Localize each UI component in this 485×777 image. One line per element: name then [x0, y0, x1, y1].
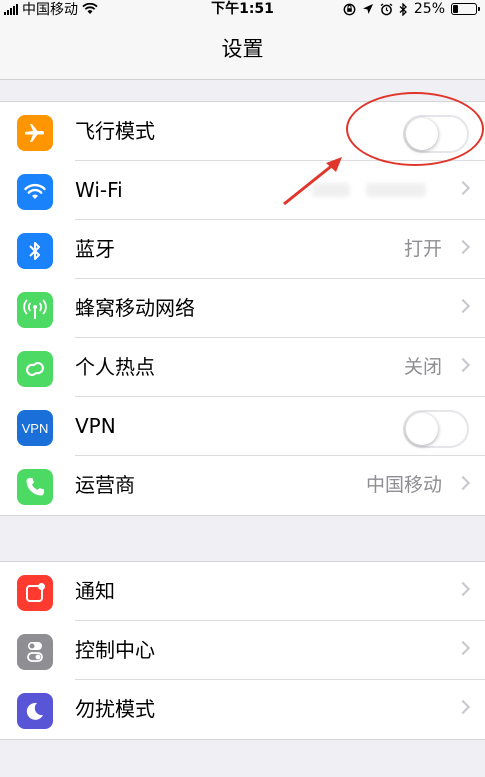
alarm-icon [380, 2, 393, 15]
battery-percent: 25% [413, 1, 445, 17]
vpn-toggle[interactable] [403, 410, 469, 448]
chevron-right-icon [455, 298, 471, 314]
row-value: 打开 [403, 238, 442, 260]
row-label: 蓝牙 [75, 237, 115, 261]
annotation-arrow-icon [283, 157, 342, 206]
chevron-right-icon [455, 239, 471, 255]
settings-row-notifications[interactable]: 通知 [0, 562, 485, 621]
row-label: 飞行模式 [75, 119, 155, 143]
moon-icon [17, 693, 53, 729]
settings-row-do-not-disturb[interactable]: 勿扰模式 [0, 680, 485, 739]
page-title: 设置 [221, 37, 264, 61]
chevron-right-icon [455, 180, 471, 196]
chevron-right-icon [455, 699, 471, 715]
settings-group-system: 通知 控制中心 勿扰模式 [0, 561, 485, 740]
hotspot-icon [17, 351, 53, 387]
blurred-wifi-name [366, 183, 426, 197]
row-label: 蜂窝移动网络 [75, 296, 195, 320]
phone-icon [17, 469, 53, 505]
chevron-right-icon [455, 357, 471, 373]
settings-row-control-center[interactable]: 控制中心 [0, 621, 485, 680]
location-icon [362, 4, 373, 14]
settings-row-hotspot[interactable]: 个人热点 关闭 [0, 338, 485, 397]
nav-bar: 设置 [0, 18, 485, 80]
settings-row-cellular[interactable]: 蜂窝移动网络 [0, 279, 485, 338]
airplane-icon [17, 115, 53, 151]
control-center-icon [17, 634, 53, 670]
bluetooth-icon [17, 233, 53, 269]
row-label: Wi-Fi [75, 178, 123, 202]
bluetooth-status-icon [399, 2, 407, 16]
chevron-right-icon [455, 475, 471, 491]
row-label: VPN [75, 414, 116, 438]
row-label: 勿扰模式 [75, 697, 155, 721]
row-label: 控制中心 [75, 638, 155, 662]
status-bar: 中国移动 下午1:51 25% [0, 0, 485, 18]
annotation-highlight-circle [346, 92, 484, 166]
orientation-lock-icon [343, 3, 356, 15]
notifications-icon [17, 575, 53, 611]
settings-row-vpn[interactable]: VPN VPN [0, 397, 485, 456]
vpn-icon: VPN [17, 410, 53, 446]
settings-row-bluetooth[interactable]: 蓝牙 打开 [0, 220, 485, 279]
chevron-right-icon [455, 581, 471, 597]
settings-row-wifi[interactable]: Wi-Fi [0, 161, 485, 220]
row-label: 通知 [75, 579, 115, 603]
row-label: 运营商 [75, 473, 135, 497]
row-label: 个人热点 [75, 355, 155, 379]
battery-icon [451, 3, 480, 15]
chevron-right-icon [455, 640, 471, 656]
row-value: 中国移动 [365, 474, 442, 496]
settings-row-carrier[interactable]: 运营商 中国移动 [0, 456, 485, 515]
cellular-icon [17, 292, 53, 328]
row-value: 关闭 [403, 356, 442, 378]
wifi-icon [17, 174, 53, 210]
